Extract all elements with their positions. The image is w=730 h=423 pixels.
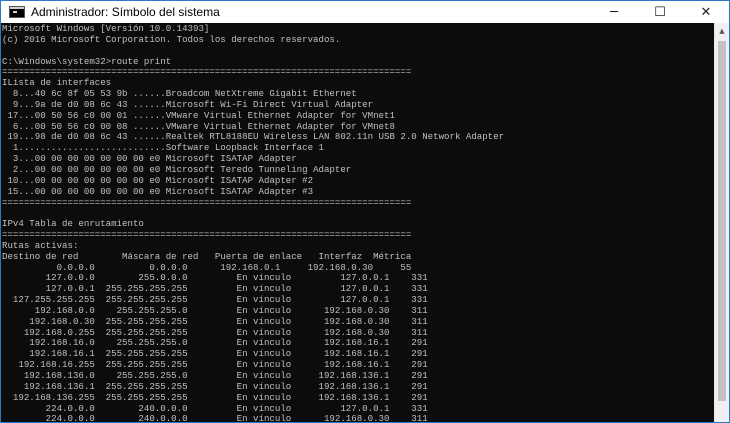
console-line: IPv4 Tabla de enrutamiento bbox=[2, 218, 144, 230]
console-line: C:\Windows\system32>route print bbox=[2, 55, 172, 67]
console-line: Microsoft Windows [Versión 10.0.14393] bbox=[2, 23, 210, 34]
console-text: Microsoft Windows [Versión 10.0.14393] (… bbox=[2, 23, 715, 422]
console-line: 1...........................Software Loo… bbox=[2, 142, 324, 154]
console-line: 192.168.136.255 255.255.255.255 En víncu… bbox=[2, 391, 428, 403]
close-button[interactable]: ✕ bbox=[683, 1, 729, 23]
console-line: 192.168.136.1 255.255.255.255 En vínculo… bbox=[2, 380, 428, 392]
console-line: 192.168.16.0 255.255.255.0 En vínculo 19… bbox=[2, 337, 428, 349]
console-line: 192.168.0.0 255.255.255.0 En vínculo 192… bbox=[2, 304, 428, 316]
console-line: 17...00 50 56 c0 00 01 ......VMware Virt… bbox=[2, 109, 395, 121]
console-line: 3...00 00 00 00 00 00 00 e0 Microsoft IS… bbox=[2, 153, 297, 165]
console-line: 9...9a de d0 08 6c 43 ......Microsoft Wi… bbox=[2, 98, 374, 110]
vertical-scrollbar[interactable]: ▲ bbox=[714, 23, 729, 422]
console-line: (c) 2016 Microsoft Corporation. Todos lo… bbox=[2, 33, 341, 45]
console-line: 8...40 6c 8f 05 53 9b ......Broadcom Net… bbox=[2, 88, 357, 100]
console-line: 0.0.0.0 0.0.0.0 192.168.0.1 192.168.0.30… bbox=[2, 261, 412, 273]
console-line: 224.0.0.0 240.0.0.0 En vínculo 127.0.0.1… bbox=[2, 402, 428, 414]
console-line: ========================================… bbox=[2, 196, 412, 208]
console-line: 192.168.16.1 255.255.255.255 En vínculo … bbox=[2, 348, 428, 360]
title-bar[interactable]: Administrador: Símbolo del sistema ─ ☐ ✕ bbox=[1, 1, 729, 23]
console-line: ILista de interfaces bbox=[2, 77, 112, 89]
command-prompt-window: Administrador: Símbolo del sistema ─ ☐ ✕… bbox=[0, 0, 730, 423]
window-title: Administrador: Símbolo del sistema bbox=[31, 5, 220, 19]
console-line: 192.168.0.255 255.255.255.255 En vínculo… bbox=[2, 326, 428, 338]
minimize-button[interactable]: ─ bbox=[591, 1, 637, 23]
console-line: ========================================… bbox=[2, 229, 412, 241]
console-line: 2...00 00 00 00 00 00 00 e0 Microsoft Te… bbox=[2, 163, 352, 175]
console-line: Destino de red Máscara de red Puerta de … bbox=[2, 250, 412, 262]
console-line: ========================================… bbox=[2, 66, 412, 78]
console-line: 6...00 50 56 c0 00 08 ......VMware Virtu… bbox=[2, 120, 395, 132]
console-line: 192.168.136.0 255.255.255.0 En vínculo 1… bbox=[2, 370, 428, 381]
console-line: 127.255.255.255 255.255.255.255 En víncu… bbox=[2, 294, 428, 306]
console-line: 127.0.0.1 255.255.255.255 En vínculo 127… bbox=[2, 283, 428, 295]
scroll-up-arrow-icon[interactable]: ▲ bbox=[715, 23, 729, 38]
console-line: 127.0.0.0 255.0.0.0 En vínculo 127.0.0.1… bbox=[2, 272, 428, 284]
console-line: 192.168.0.30 255.255.255.255 En vínculo … bbox=[2, 315, 428, 327]
maximize-button[interactable]: ☐ bbox=[637, 1, 683, 23]
console-line: 10...00 00 00 00 00 00 00 e0 Microsoft I… bbox=[2, 174, 314, 186]
console-line: 224.0.0.0 240.0.0.0 En vínculo 192.168.0… bbox=[2, 413, 428, 422]
console-line: 19...98 de d0 08 6c 43 ......Realtek RTL… bbox=[2, 131, 505, 143]
console-line: 192.168.16.255 255.255.255.255 En víncul… bbox=[2, 359, 428, 371]
caption-buttons: ─ ☐ ✕ bbox=[591, 1, 729, 23]
scroll-thumb[interactable] bbox=[718, 41, 726, 401]
console-output[interactable]: Microsoft Windows [Versión 10.0.14393] (… bbox=[1, 23, 715, 422]
cmd-icon[interactable] bbox=[9, 6, 25, 18]
console-line: Rutas activas: bbox=[2, 239, 79, 251]
console-line: 15...00 00 00 00 00 00 00 e0 Microsoft I… bbox=[2, 185, 314, 197]
